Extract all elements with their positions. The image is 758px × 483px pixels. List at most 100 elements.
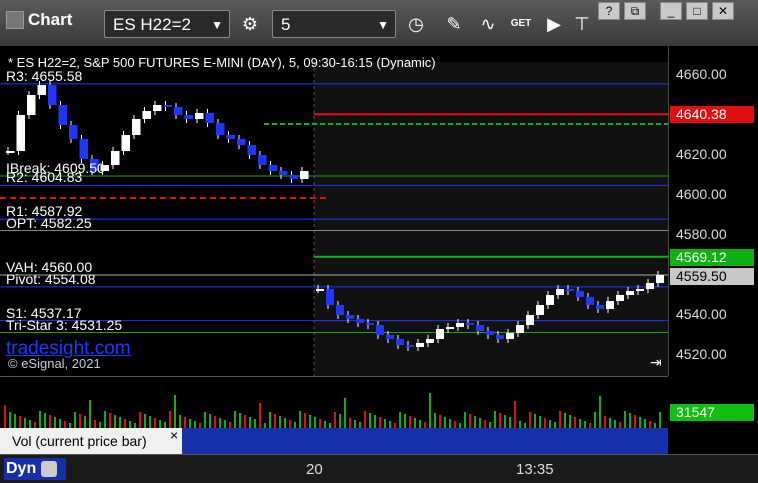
price-axis[interactable] bbox=[668, 46, 758, 376]
study-wave-icon[interactable]: ∿ bbox=[474, 10, 502, 38]
candle bbox=[546, 295, 554, 305]
candle bbox=[184, 115, 193, 119]
candle bbox=[646, 283, 654, 289]
close-button[interactable]: ✕ bbox=[712, 2, 734, 20]
volume-bar bbox=[659, 412, 661, 429]
candle bbox=[456, 323, 464, 327]
volume-bar bbox=[464, 412, 466, 429]
volume-bar bbox=[339, 414, 341, 429]
volume-bar bbox=[79, 414, 81, 429]
symbol-dropdown[interactable]: ES H22=2 ▼ bbox=[104, 10, 230, 38]
candle bbox=[366, 323, 374, 325]
lock-icon bbox=[40, 460, 57, 477]
close-volume-icon[interactable]: × bbox=[170, 427, 178, 443]
volume-bar bbox=[629, 413, 631, 429]
volume-bar bbox=[399, 412, 401, 429]
minimize-button[interactable]: _ bbox=[660, 2, 682, 20]
link-button[interactable]: ⧉ bbox=[624, 2, 646, 20]
volume-bar bbox=[529, 412, 531, 429]
candle bbox=[258, 155, 267, 165]
settings-gear-icon[interactable]: ⚙ bbox=[236, 10, 264, 38]
trade-ticket-icon[interactable]: ⊤ bbox=[568, 10, 596, 38]
price-tag: 4640.38 bbox=[670, 106, 754, 124]
get-data-button[interactable]: GET bbox=[506, 10, 536, 38]
maximize-button[interactable]: □ bbox=[686, 2, 708, 20]
volume-bar bbox=[209, 414, 211, 429]
volume-bar bbox=[49, 415, 51, 429]
candle bbox=[132, 119, 141, 135]
time-label-1335: 13:35 bbox=[516, 461, 554, 478]
level-label: Tri-Star 3: 4531.25 bbox=[6, 316, 123, 333]
volume-bar bbox=[239, 413, 241, 429]
candle bbox=[289, 175, 298, 179]
help-button[interactable]: ? bbox=[598, 2, 620, 20]
volume-bar bbox=[304, 413, 306, 429]
volume-bar bbox=[429, 393, 431, 429]
candle bbox=[58, 105, 67, 125]
volume-bar bbox=[369, 413, 371, 429]
volume-bar bbox=[39, 411, 41, 429]
price-tick-label: 4620.00 bbox=[676, 146, 727, 162]
candle bbox=[596, 305, 604, 309]
volume-bar bbox=[439, 415, 441, 429]
candle bbox=[79, 139, 88, 159]
candle bbox=[6, 151, 15, 153]
volume-value-tag: 31547 bbox=[670, 404, 754, 421]
price-chart-pane[interactable]: * ES H22=2, S&P 500 FUTURES E-MINI (DAY)… bbox=[0, 46, 668, 376]
candle bbox=[205, 113, 214, 123]
price-tag: 4559.50 bbox=[670, 268, 754, 285]
play-icon[interactable]: ▶ bbox=[540, 10, 568, 38]
candle bbox=[616, 295, 624, 301]
clock-icon[interactable]: ◷ bbox=[402, 10, 430, 38]
price-tick-label: 4600.00 bbox=[676, 186, 727, 202]
volume-pane[interactable] bbox=[0, 376, 668, 429]
volume-bar bbox=[234, 411, 236, 429]
pencil-draw-icon[interactable]: ✎ bbox=[440, 10, 468, 38]
volume-bar bbox=[139, 412, 141, 429]
candle bbox=[237, 139, 246, 145]
candle bbox=[386, 335, 394, 339]
volume-bar bbox=[364, 411, 366, 429]
scroll-to-end-icon[interactable]: ⇥ bbox=[650, 354, 662, 371]
volume-bar bbox=[404, 414, 406, 429]
volume-bar bbox=[534, 414, 536, 429]
candle bbox=[516, 325, 524, 333]
candle bbox=[536, 305, 544, 315]
volume-bar bbox=[434, 413, 436, 429]
volume-strip bbox=[182, 428, 668, 454]
candle bbox=[426, 339, 434, 343]
candle bbox=[142, 111, 151, 119]
volume-bar bbox=[494, 411, 496, 429]
candle bbox=[486, 331, 494, 335]
volume-bar bbox=[4, 405, 6, 429]
volume-bar bbox=[9, 412, 11, 429]
volume-bar bbox=[174, 395, 176, 429]
dyn-button[interactable]: Dyn bbox=[4, 458, 66, 480]
candle bbox=[326, 289, 334, 305]
app-title: Chart bbox=[6, 10, 72, 30]
candle bbox=[396, 339, 404, 345]
interval-dropdown[interactable]: 5 ▼ bbox=[272, 10, 396, 38]
volume-bar bbox=[244, 415, 246, 429]
volume-bar bbox=[14, 414, 16, 429]
level-label: OPT: 4582.25 bbox=[6, 214, 92, 231]
candle bbox=[476, 325, 484, 331]
candle bbox=[279, 171, 288, 175]
volume-bar bbox=[569, 415, 571, 429]
candle bbox=[496, 335, 504, 339]
candle bbox=[27, 95, 36, 115]
candle bbox=[195, 113, 204, 119]
app-title-label: Chart bbox=[28, 10, 73, 29]
candle bbox=[566, 289, 574, 291]
time-axis[interactable]: Dyn 20 13:35 bbox=[0, 454, 758, 483]
candle bbox=[174, 107, 183, 115]
volume-bar bbox=[309, 415, 311, 429]
level-label: R3: 4655.58 bbox=[6, 67, 83, 84]
volume-legend[interactable]: Vol (current price bar) bbox=[0, 428, 182, 454]
volume-bar bbox=[109, 413, 111, 429]
copyright-text: © eSignal, 2021 bbox=[8, 356, 101, 371]
toolbar: Chart ES H22=2 ▼ ⚙ 5 ▼ ◷ ✎ ∿ GET ▶ ⊤ ? ⧉… bbox=[0, 0, 758, 46]
candle bbox=[446, 327, 454, 329]
candle bbox=[336, 305, 344, 315]
volume-bar bbox=[504, 415, 506, 429]
